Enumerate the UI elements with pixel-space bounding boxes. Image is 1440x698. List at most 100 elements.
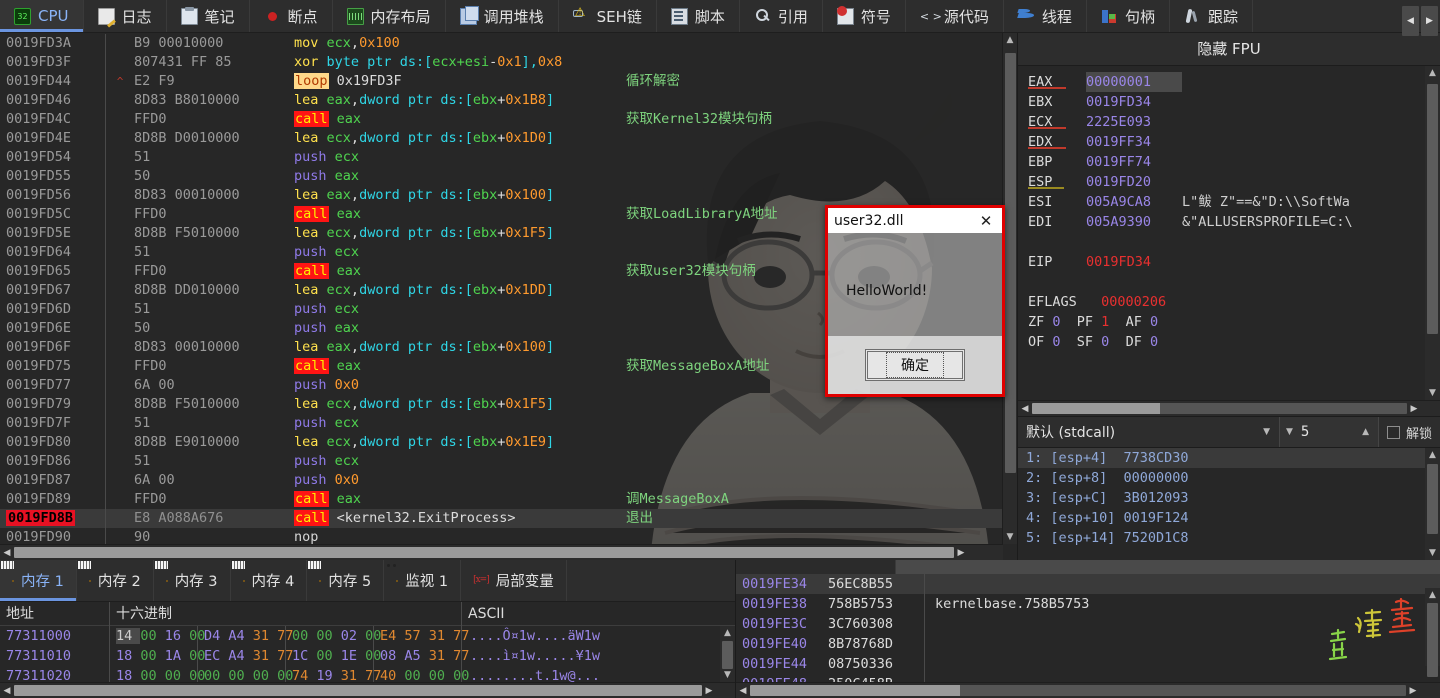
stack-address[interactable]: 0019FE44: [736, 654, 820, 674]
dump-hex-group[interactable]: 40 00 00 00: [374, 666, 462, 682]
dump-hex-group[interactable]: 14 00 16 00: [110, 626, 198, 646]
instruction-bytes[interactable]: 8D8B E9010000: [134, 433, 294, 452]
dump-byte[interactable]: 00: [316, 628, 340, 644]
dump-rows-area[interactable]: 7731100014 00 16 00D4 A4 31 7700 00 02 0…: [0, 626, 735, 682]
dump-byte[interactable]: 00: [429, 668, 453, 682]
instruction-text[interactable]: lea ecx,dword ptr ds:[ebx+0x1DD]: [294, 281, 622, 300]
instruction-address[interactable]: 0019FD80: [0, 433, 105, 452]
stack-row[interactable]: 0019FE408B78768D: [736, 634, 1440, 654]
disassembly-row[interactable]: 0019FD798D8B F5010000lea ecx,dword ptr d…: [0, 395, 1017, 414]
disassembly-row[interactable]: 0019FD5451push ecx: [0, 148, 1017, 167]
dump-vertical-scrollbar[interactable]: ▲ ▼: [720, 626, 735, 682]
scroll-right-icon[interactable]: ▶: [702, 686, 716, 696]
eflags-row[interactable]: EFLAGS 00000206: [1028, 292, 1440, 312]
dump-tab-3[interactable]: 内存 4: [231, 560, 308, 601]
instruction-bytes[interactable]: FFD0: [134, 357, 294, 376]
flag-value[interactable]: 1: [1101, 314, 1125, 330]
instruction-address[interactable]: 0019FD3A: [0, 34, 105, 53]
dump-tab-1[interactable]: 内存 2: [77, 560, 154, 601]
disassembly-row[interactable]: 0019FD8651push ecx: [0, 452, 1017, 471]
dump-ascii[interactable]: ........t.1w@...: [462, 666, 600, 682]
instruction-text[interactable]: lea ecx,dword ptr ds:[ebx+0x1F5]: [294, 224, 622, 243]
instruction-text[interactable]: call eax: [294, 262, 622, 281]
dump-byte[interactable]: 1C: [292, 648, 316, 664]
flag-value[interactable]: 0: [1101, 334, 1125, 350]
register-row[interactable]: EDX0019FF34: [1028, 132, 1440, 152]
dump-row[interactable]: 7731100014 00 16 00D4 A4 31 7700 00 02 0…: [0, 626, 735, 646]
dump-byte[interactable]: 00: [140, 668, 164, 682]
instruction-address[interactable]: 0019FD79: [0, 395, 105, 414]
instruction-address[interactable]: 0019FD4E: [0, 129, 105, 148]
scroll-up-icon[interactable]: ▲: [1429, 448, 1436, 462]
register-row[interactable]: EAX00000001: [1028, 72, 1440, 92]
instruction-comment[interactable]: [622, 243, 626, 262]
scroll-up-icon[interactable]: ▲: [1429, 66, 1436, 80]
instruction-address[interactable]: 0019FD6F: [0, 338, 105, 357]
instruction-address[interactable]: 0019FD44: [0, 72, 105, 91]
dump-ascii[interactable]: ....ì¤1w.....¥1w: [462, 646, 600, 666]
instruction-text[interactable]: push ecx: [294, 300, 622, 319]
disassembly-row[interactable]: 0019FD4CFFD0call eax获取Kernel32模块句柄: [0, 110, 1017, 129]
instruction-comment[interactable]: [622, 129, 626, 148]
dump-column-headers[interactable]: 地址 十六进制 ASCII: [0, 602, 735, 626]
stack-rows-area[interactable]: 0019FE3456EC8B550019FE38758B5753kernelba…: [736, 574, 1440, 682]
tab-9[interactable]: 符号: [823, 0, 906, 32]
argument-row[interactable]: 3: [esp+C] 3B012093: [1018, 488, 1440, 508]
scroll-left-icon[interactable]: ◀: [0, 548, 14, 558]
dump-byte[interactable]: 00: [165, 668, 189, 682]
instruction-bytes[interactable]: FFD0: [134, 205, 294, 224]
dump-tab-4[interactable]: 内存 5: [307, 560, 384, 601]
disassembly-row[interactable]: 0019FD3AB9 00010000mov ecx,0x100: [0, 34, 1017, 53]
instruction-address[interactable]: 0019FD77: [0, 376, 105, 395]
dump-header-hex[interactable]: 十六进制: [110, 602, 462, 626]
dump-hex-group[interactable]: 00 00 02 00: [286, 626, 374, 646]
flag-value[interactable]: 0: [1150, 334, 1174, 350]
instruction-address[interactable]: 0019FD6E: [0, 319, 105, 338]
register-value[interactable]: 0019FD20: [1086, 172, 1182, 192]
scroll-left-icon[interactable]: ◀: [1018, 404, 1032, 414]
dump-hex-group[interactable]: E4 57 31 77: [374, 626, 462, 646]
scroll-down-icon[interactable]: ▼: [1429, 546, 1436, 560]
stack-rows[interactable]: 0019FE3456EC8B550019FE38758B5753kernelba…: [736, 574, 1440, 682]
chevron-down-icon[interactable]: ▼: [1280, 427, 1301, 437]
dump-byte[interactable]: 31: [429, 648, 453, 664]
scroll-thumb[interactable]: [722, 641, 733, 669]
tab-3[interactable]: 断点: [250, 0, 333, 32]
chevron-up-icon[interactable]: ▲: [1362, 427, 1369, 437]
instruction-text[interactable]: lea ecx,dword ptr ds:[ebx+0x1E9]: [294, 433, 622, 452]
instruction-comment[interactable]: [622, 281, 626, 300]
instruction-address[interactable]: 0019FD65: [0, 262, 105, 281]
dump-byte[interactable]: E4: [380, 628, 404, 644]
dump-byte[interactable]: 08: [380, 648, 404, 664]
register-value[interactable]: 005A9CA8: [1086, 192, 1182, 212]
instruction-bytes[interactable]: B9 00010000: [134, 34, 294, 53]
scroll-thumb[interactable]: [14, 547, 954, 558]
instruction-bytes[interactable]: 8D8B D0010000: [134, 129, 294, 148]
stack-comment[interactable]: [925, 634, 935, 654]
dump-hex-group[interactable]: 08 A5 31 77: [374, 646, 462, 666]
calling-convention-dropdown[interactable]: 默认 (stdcall) ▼: [1018, 416, 1279, 448]
instruction-text[interactable]: call eax: [294, 205, 622, 224]
instruction-comment[interactable]: [622, 91, 626, 110]
instruction-comment[interactable]: 获取user32模块句柄: [622, 262, 756, 281]
scroll-track[interactable]: [1427, 602, 1438, 652]
instruction-comment[interactable]: 调MessageBoxA: [622, 490, 729, 509]
checkbox-icon[interactable]: [1387, 426, 1400, 439]
unlock-toggle[interactable]: 解锁: [1379, 423, 1440, 442]
instruction-text[interactable]: push eax: [294, 319, 622, 338]
stack-vertical-scrollbar[interactable]: ▲ ▼: [1425, 588, 1440, 666]
register-row[interactable]: ESP0019FD20: [1028, 172, 1440, 192]
scroll-thumb[interactable]: [1427, 464, 1438, 534]
instruction-bytes[interactable]: 8D8B F5010000: [134, 224, 294, 243]
flag-value[interactable]: 0: [1052, 314, 1076, 330]
dump-hex-group[interactable]: D4 A4 31 77: [198, 626, 286, 646]
instruction-bytes[interactable]: 50: [134, 167, 294, 186]
stack-row[interactable]: 0019FE3C3C760308: [736, 614, 1440, 634]
dump-byte[interactable]: 14: [116, 628, 140, 644]
registers-vertical-scrollbar[interactable]: ▲ ▼: [1425, 66, 1440, 400]
disassembly-pane[interactable]: 0019FD3AB9 00010000mov ecx,0x1000019FD3F…: [0, 33, 1018, 560]
instruction-text[interactable]: lea eax,dword ptr ds:[ebx+0x1B8]: [294, 91, 622, 110]
instruction-bytes[interactable]: 51: [134, 452, 294, 471]
stack-value[interactable]: 56EC8B55: [820, 574, 925, 594]
arguments-list[interactable]: 1: [esp+4] 7738CD302: [esp+8] 000000003:…: [1018, 448, 1440, 548]
